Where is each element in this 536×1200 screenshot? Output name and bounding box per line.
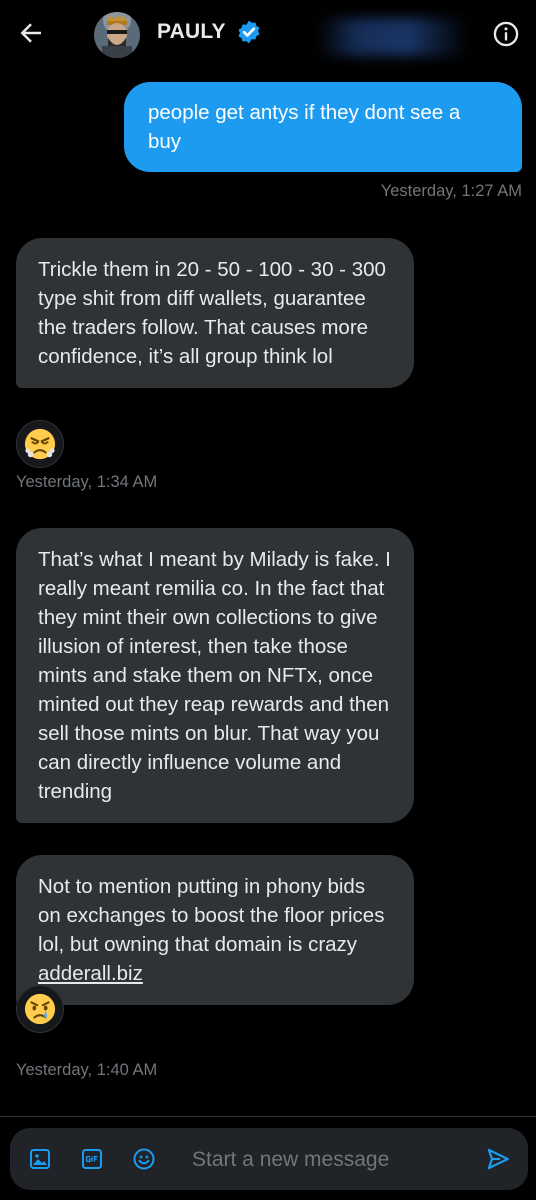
message-reaction[interactable] <box>16 985 64 1033</box>
crying-face-icon <box>24 993 56 1025</box>
message-text: Not to mention putting in phony bids on … <box>38 875 385 956</box>
image-icon[interactable] <box>28 1147 52 1171</box>
message-input[interactable] <box>190 1128 464 1192</box>
received-message[interactable]: Not to mention putting in phony bids on … <box>16 855 414 1005</box>
message-link[interactable]: adderall.biz <box>38 962 143 985</box>
received-message[interactable]: That’s what I meant by Milady is fake. I… <box>16 528 414 823</box>
message-timestamp: Yesterday, 1:40 AM <box>16 1061 158 1079</box>
gif-icon[interactable] <box>80 1147 104 1171</box>
redacted-area <box>318 18 468 56</box>
composer-divider <box>0 1116 536 1117</box>
verified-badge-icon <box>238 20 260 44</box>
sent-message[interactable]: people get antys if they dont see a buy <box>124 82 522 172</box>
received-message[interactable]: Trickle them in 20 - 50 - 100 - 30 - 300… <box>16 238 414 388</box>
info-icon[interactable] <box>492 20 520 48</box>
send-icon[interactable] <box>485 1146 511 1172</box>
message-text: Trickle them in 20 - 50 - 100 - 30 - 300… <box>38 258 386 368</box>
message-timestamp: Yesterday, 1:27 AM <box>380 182 522 200</box>
message-composer <box>10 1128 528 1192</box>
message-text: That’s what I meant by Milady is fake. I… <box>38 548 391 803</box>
conversation-header: PAULY <box>0 0 536 70</box>
message-timestamp: Yesterday, 1:34 AM <box>16 473 158 491</box>
contact-name[interactable]: PAULY <box>157 20 226 44</box>
angry-face-icon <box>24 428 56 460</box>
avatar[interactable] <box>94 12 140 58</box>
back-arrow-icon[interactable] <box>16 18 46 48</box>
emoji-icon[interactable] <box>132 1147 156 1171</box>
message-text: people get antys if they dont see a buy <box>148 101 461 153</box>
message-reaction[interactable] <box>16 420 64 468</box>
